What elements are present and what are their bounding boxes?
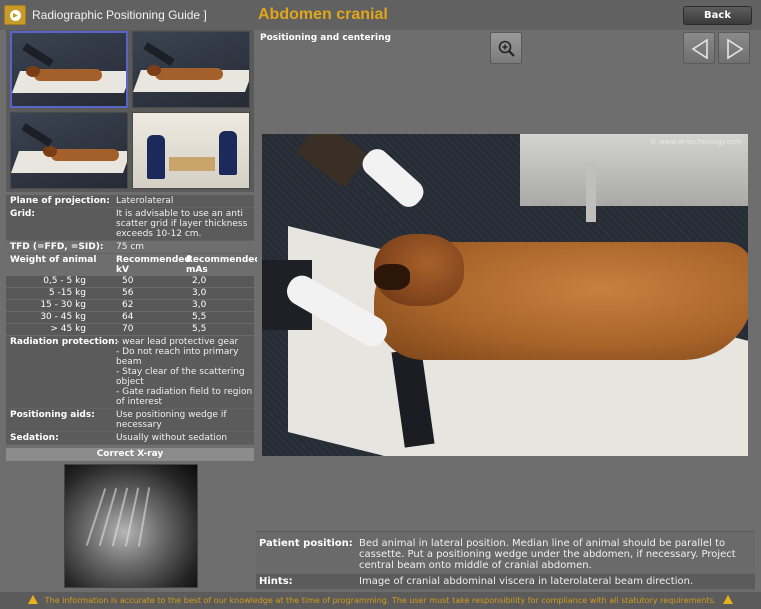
mas-cell: 3,0 bbox=[192, 288, 207, 298]
grid-value: It is advisable to use an anti scatter g… bbox=[116, 209, 248, 239]
weight-row: > 45 kg 70 5,5 bbox=[6, 324, 254, 336]
mas-header: Recommended mAs bbox=[186, 255, 261, 275]
radiation-label: Radiation protection: bbox=[10, 337, 119, 347]
disclaimer-text: The information is accurate to the best … bbox=[44, 596, 717, 605]
radiation-item: - Do not reach into primary beam bbox=[116, 347, 239, 367]
kv-header: Recommended kV bbox=[116, 255, 191, 275]
mas-cell: 5,5 bbox=[192, 324, 207, 334]
plane-row: Plane of projection: Laterolateral bbox=[6, 195, 254, 208]
kv-cell: 64 bbox=[122, 312, 134, 322]
radiation-row: Radiation protection: - wear lead protec… bbox=[6, 336, 254, 409]
weight-cell: 30 - 45 kg bbox=[40, 312, 86, 322]
weight-cell: > 45 kg bbox=[50, 324, 86, 334]
sedation-value: Usually without sedation bbox=[116, 433, 228, 443]
tfd-value: 75 cm bbox=[116, 242, 145, 252]
header-bar: Radiographic Positioning Guide ] Abdomen… bbox=[0, 0, 761, 30]
sedation-row: Sedation: Usually without sedation bbox=[6, 432, 254, 445]
previous-button[interactable] bbox=[683, 32, 715, 64]
thumbnail-2[interactable] bbox=[132, 31, 250, 108]
weight-row: 30 - 45 kg 64 5,5 bbox=[6, 312, 254, 324]
warning-icon bbox=[722, 595, 733, 604]
patient-position-value: Bed animal in lateral position. Median l… bbox=[359, 538, 736, 571]
radiation-item: - Stay clear of the scattering object bbox=[116, 367, 245, 387]
radiation-item: - Gate radiation field to region of inte… bbox=[116, 387, 253, 407]
mas-cell: 2,0 bbox=[192, 276, 207, 286]
page-title: Abdomen cranial bbox=[258, 6, 388, 23]
grid-label: Grid: bbox=[10, 209, 35, 219]
weight-cell: 0,5 - 5 kg bbox=[43, 276, 86, 286]
footer-disclaimer: The information is accurate to the best … bbox=[0, 592, 761, 609]
plane-value: Laterolateral bbox=[116, 196, 174, 206]
section-title: Positioning and centering bbox=[260, 33, 391, 43]
mas-cell: 3,0 bbox=[192, 300, 207, 310]
kv-cell: 62 bbox=[122, 300, 134, 310]
info-panel: Patient position: Bed animal in lateral … bbox=[256, 531, 755, 591]
app-logo-icon bbox=[4, 5, 26, 25]
properties-table: Plane of projection: Laterolateral Grid:… bbox=[6, 195, 261, 445]
mas-cell: 5,5 bbox=[192, 312, 207, 322]
xray-image[interactable] bbox=[64, 464, 198, 588]
xray-header: Correct X-ray bbox=[6, 448, 254, 461]
thumbnail-grid bbox=[6, 30, 254, 192]
hints-row: Hints: Image of cranial abdominal viscer… bbox=[256, 574, 755, 589]
zoom-button[interactable] bbox=[490, 32, 522, 64]
tfd-row: TFD (=FFD, =SID): 75 cm bbox=[6, 241, 254, 254]
xray-section: Correct X-ray bbox=[6, 448, 254, 593]
copyright-watermark: © www.or-technology.com bbox=[649, 138, 742, 146]
warning-icon bbox=[28, 595, 39, 604]
sedation-label: Sedation: bbox=[10, 433, 59, 443]
plane-label: Plane of projection: bbox=[10, 196, 110, 206]
viewer-panel: Positioning and centering © www.or-techn… bbox=[257, 30, 754, 528]
triangle-right-icon bbox=[727, 38, 744, 60]
kv-cell: 50 bbox=[122, 276, 134, 286]
next-button[interactable] bbox=[718, 32, 750, 64]
aids-value: Use positioning wedge if necessary bbox=[116, 410, 227, 430]
weight-row: 15 - 30 kg 62 3,0 bbox=[6, 300, 254, 312]
app-title: Radiographic Positioning Guide ] bbox=[32, 8, 207, 22]
back-button[interactable]: Back bbox=[683, 6, 752, 25]
thumbnail-1[interactable] bbox=[10, 31, 128, 108]
patient-position-row: Patient position: Bed animal in lateral … bbox=[256, 538, 755, 571]
positioning-photo[interactable]: © www.or-technology.com bbox=[262, 134, 748, 456]
kv-cell: 56 bbox=[122, 288, 134, 298]
thumbnail-3[interactable] bbox=[10, 112, 128, 189]
kv-cell: 70 bbox=[122, 324, 134, 334]
triangle-left-icon bbox=[691, 38, 708, 60]
hints-value: Image of cranial abdominal viscera in la… bbox=[359, 576, 694, 587]
weight-header: Weight of animal Recommended kV Recommen… bbox=[6, 254, 261, 276]
aids-row: Positioning aids: Use positioning wedge … bbox=[6, 409, 254, 432]
tfd-label: TFD (=FFD, =SID): bbox=[10, 242, 104, 252]
weight-cell: 15 - 30 kg bbox=[40, 300, 86, 310]
patient-position-label: Patient position: bbox=[259, 538, 353, 549]
thumbnail-4[interactable] bbox=[132, 112, 250, 189]
weight-row: 5 -15 kg 56 3,0 bbox=[6, 288, 254, 300]
hints-label: Hints: bbox=[259, 576, 293, 587]
weight-row: 0,5 - 5 kg 50 2,0 bbox=[6, 276, 254, 288]
weight-cell: 5 -15 kg bbox=[48, 288, 86, 298]
zoom-in-icon bbox=[498, 40, 515, 57]
aids-label: Positioning aids: bbox=[10, 410, 95, 420]
weight-label: Weight of animal bbox=[10, 255, 97, 265]
grid-row: Grid: It is advisable to use an anti sca… bbox=[6, 208, 254, 241]
radiation-item: - wear lead protective gear bbox=[116, 337, 239, 347]
